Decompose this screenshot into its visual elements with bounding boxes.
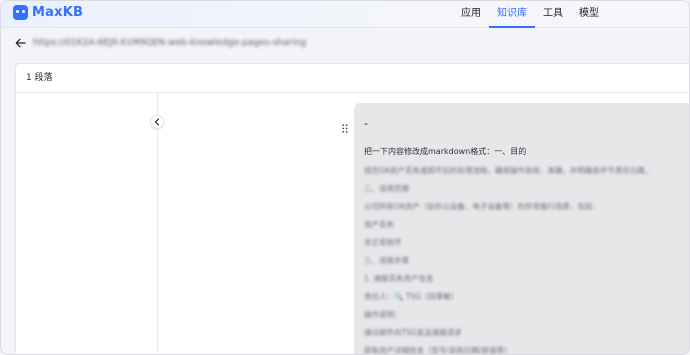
column-divider — [157, 93, 158, 354]
paragraph-dash: - — [364, 117, 368, 130]
paragraph-line: 非正常损坏 — [364, 238, 402, 247]
paragraph-line: 公司所有OA资产（如办公设备、电子设备等）的异常报行场景，包括： — [364, 202, 600, 211]
paragraph-line: 获取资产详细信息（型号/采购日期/原值等） — [364, 346, 512, 355]
drag-handle-icon[interactable] — [342, 118, 348, 133]
paragraph-line: 三、流程步骤 — [364, 256, 409, 265]
app-name: MaxKB — [32, 5, 84, 20]
top-header: MaxKB 应用 知识库 工具 模型 — [1, 1, 689, 28]
top-nav: 应用 知识库 工具 模型 — [453, 1, 607, 28]
nav-item-knowledge[interactable]: 知识库 — [489, 1, 535, 28]
paragraph-line: 规范OA资产丢失或损坏后的处理流程，确保操作高效、准确，并明确各环节责任归属。 — [364, 166, 653, 175]
nav-item-models[interactable]: 模型 — [571, 1, 607, 28]
paragraph-line: 把一下内容修改成markdown格式：一、目的 — [364, 147, 527, 156]
back-arrow-icon[interactable] — [13, 36, 27, 50]
collapse-sidebar-button[interactable] — [150, 115, 164, 129]
paragraph-editor[interactable]: - 把一下内容修改成markdown格式：一、目的 规范OA资产丢失或损坏后的处… — [354, 103, 689, 355]
paragraph-line: 二、适用范围 — [364, 184, 409, 193]
paragraph-line: 1. 通报丢失资产信息 — [364, 274, 434, 283]
chevron-left-icon — [154, 118, 160, 126]
breadcrumb: https://01K2A-6EJ9-X1M9QEN-web-knowledge… — [13, 34, 306, 52]
app-window: MaxKB 应用 知识库 工具 模型 https://01K2A-6EJ9-X1… — [0, 0, 690, 355]
content-card: 1 段落 - 把一下内容修改成markdown格式：一、目的 规范OA资产丢失或… — [15, 63, 689, 355]
paragraph-count: 1 段落 — [16, 64, 689, 93]
paragraph-line: 责任人：🔍 TSG（同事敏） — [364, 292, 459, 301]
logo[interactable]: MaxKB — [13, 5, 83, 20]
document-title: https://01K2A-6EJ9-X1M9QEN-web-knowledge… — [33, 38, 307, 48]
paragraph-line: 通过邮件向TSG发送通报请求 — [364, 328, 462, 337]
nav-item-apps[interactable]: 应用 — [453, 1, 489, 28]
nav-item-tools[interactable]: 工具 — [535, 1, 571, 28]
maxkb-logo-icon — [13, 5, 28, 20]
paragraph-line: 操作说明： — [364, 310, 402, 319]
paragraph-line: 资产丢失 — [364, 220, 394, 229]
